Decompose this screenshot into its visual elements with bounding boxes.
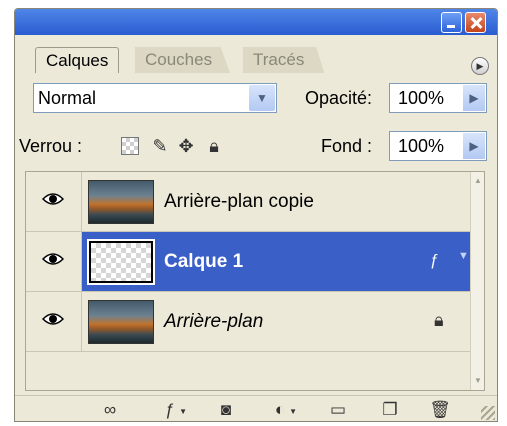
opacity-field[interactable]: 100% ▶ <box>389 83 487 113</box>
lock-pixels-icon[interactable]: ✎ <box>149 135 171 157</box>
visibility-toggle[interactable] <box>26 232 82 291</box>
lock-transparency-icon[interactable] <box>121 137 139 155</box>
adjustment-layer-icon[interactable]: ◐ ▼ <box>267 399 297 421</box>
layer-lock-icon: 🔒︎ <box>434 310 444 330</box>
lock-position-icon[interactable]: ✥ <box>175 135 197 157</box>
lock-all-icon[interactable]: 🔒︎ <box>203 135 225 157</box>
visibility-toggle[interactable] <box>26 172 82 231</box>
layer-style-icon[interactable]: ƒ ▼ <box>157 399 187 421</box>
scroll-down-icon[interactable]: ▼ <box>472 374 484 388</box>
layer-mask-icon[interactable]: ◙ <box>213 399 239 421</box>
layer-row[interactable]: Calque 1 ƒ ▼ <box>26 232 472 292</box>
new-group-icon[interactable]: ▭ <box>325 399 351 421</box>
visibility-toggle[interactable] <box>26 292 82 351</box>
blend-mode-value: Normal <box>38 88 97 108</box>
scrollbar[interactable]: ▲ ▼ <box>470 172 484 390</box>
layer-name: Calque 1 <box>164 251 244 272</box>
layers-list: Arrière-plan copie Calque 1 ƒ ▼ Arrière-… <box>25 171 485 391</box>
opacity-slider-icon[interactable]: ▶ <box>463 85 485 111</box>
trash-icon[interactable]: 🗑︎ <box>427 399 453 421</box>
fill-value: 100% <box>398 136 445 156</box>
eye-icon <box>42 313 64 325</box>
tab-layers[interactable]: Calques <box>35 47 120 73</box>
eye-icon <box>42 253 64 265</box>
layers-panel: Couches Tracés Calques ▶ Normal ▼ Opacit… <box>14 8 498 422</box>
resize-grip[interactable] <box>481 406 495 420</box>
lock-label: Verrou : <box>19 136 83 156</box>
scroll-up-icon[interactable]: ▲ <box>472 174 484 188</box>
new-layer-icon[interactable]: ❐ <box>377 399 403 421</box>
fill-slider-icon[interactable]: ▶ <box>463 133 485 159</box>
fill-field[interactable]: 100% ▶ <box>389 131 487 161</box>
opacity-value: 100% <box>398 88 445 108</box>
minimize-icon[interactable] <box>441 12 462 33</box>
layer-effects-icon[interactable]: ƒ <box>430 252 439 270</box>
layer-thumbnail <box>87 239 155 285</box>
tab-paths[interactable]: Tracés <box>243 47 325 73</box>
expand-arrow-icon[interactable]: ▼ <box>458 250 469 262</box>
link-icon[interactable]: ∞ <box>97 399 123 421</box>
layer-row[interactable]: Arrière-plan 🔒︎ <box>26 292 472 352</box>
eye-icon <box>42 193 64 205</box>
layer-row[interactable]: Arrière-plan copie <box>26 172 472 232</box>
panel-menu-icon[interactable]: ▶ <box>471 57 489 75</box>
layer-thumbnail <box>88 180 154 224</box>
tab-strip: Couches Tracés Calques ▶ <box>15 35 497 79</box>
tab-channels[interactable]: Couches <box>135 47 231 73</box>
bottom-toolbar: ∞ ƒ ▼ ◙ ◐ ▼ ▭ ❐ 🗑︎ <box>15 395 497 422</box>
blend-mode-select[interactable]: Normal ▼ <box>33 83 277 113</box>
chevron-down-icon[interactable]: ▼ <box>249 85 275 111</box>
title-bar <box>15 9 497 35</box>
opacity-label: Opacité: <box>305 88 373 108</box>
layer-name: Arrière-plan <box>164 311 264 332</box>
layer-thumbnail <box>88 300 154 344</box>
fill-label: Fond : <box>321 136 373 156</box>
close-icon[interactable] <box>465 12 486 33</box>
layer-name: Arrière-plan copie <box>164 191 314 212</box>
